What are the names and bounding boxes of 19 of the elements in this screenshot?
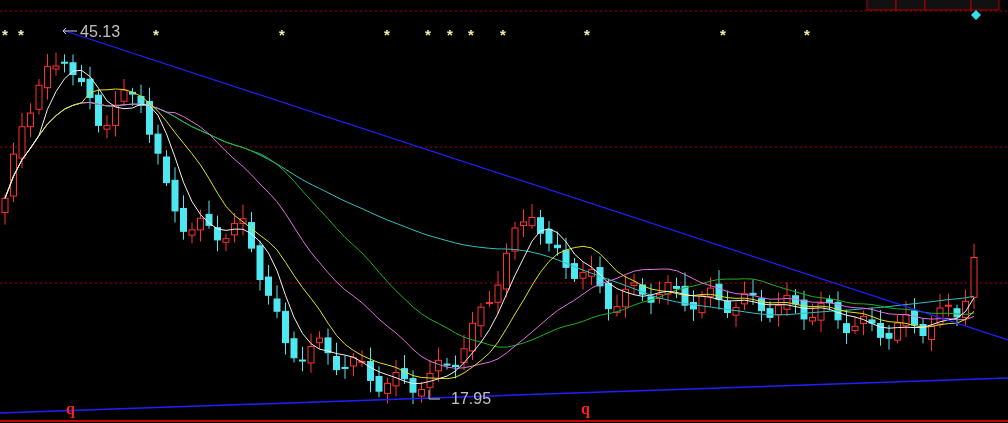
star-mark: * — [720, 26, 726, 43]
star-mark: * — [153, 26, 159, 43]
high-price-label: 45.13 — [80, 23, 121, 40]
star-mark: * — [468, 26, 474, 43]
star-mark: * — [500, 26, 506, 43]
tab-frame[interactable] — [970, 0, 1000, 11]
star-mark: * — [447, 26, 453, 43]
star-mark: * — [279, 26, 285, 43]
star-mark: * — [18, 26, 24, 43]
tab-frame[interactable] — [866, 0, 897, 11]
pointer-arrow-icon — [62, 27, 78, 35]
star-mark: * — [425, 26, 431, 43]
tab-frame[interactable] — [924, 0, 972, 11]
signal-marker: q — [581, 400, 590, 417]
star-mark: * — [804, 26, 810, 43]
star-mark: * — [384, 26, 390, 43]
tab-frame[interactable] — [895, 0, 926, 11]
star-mark: * — [2, 26, 8, 43]
star-mark: * — [584, 26, 590, 43]
